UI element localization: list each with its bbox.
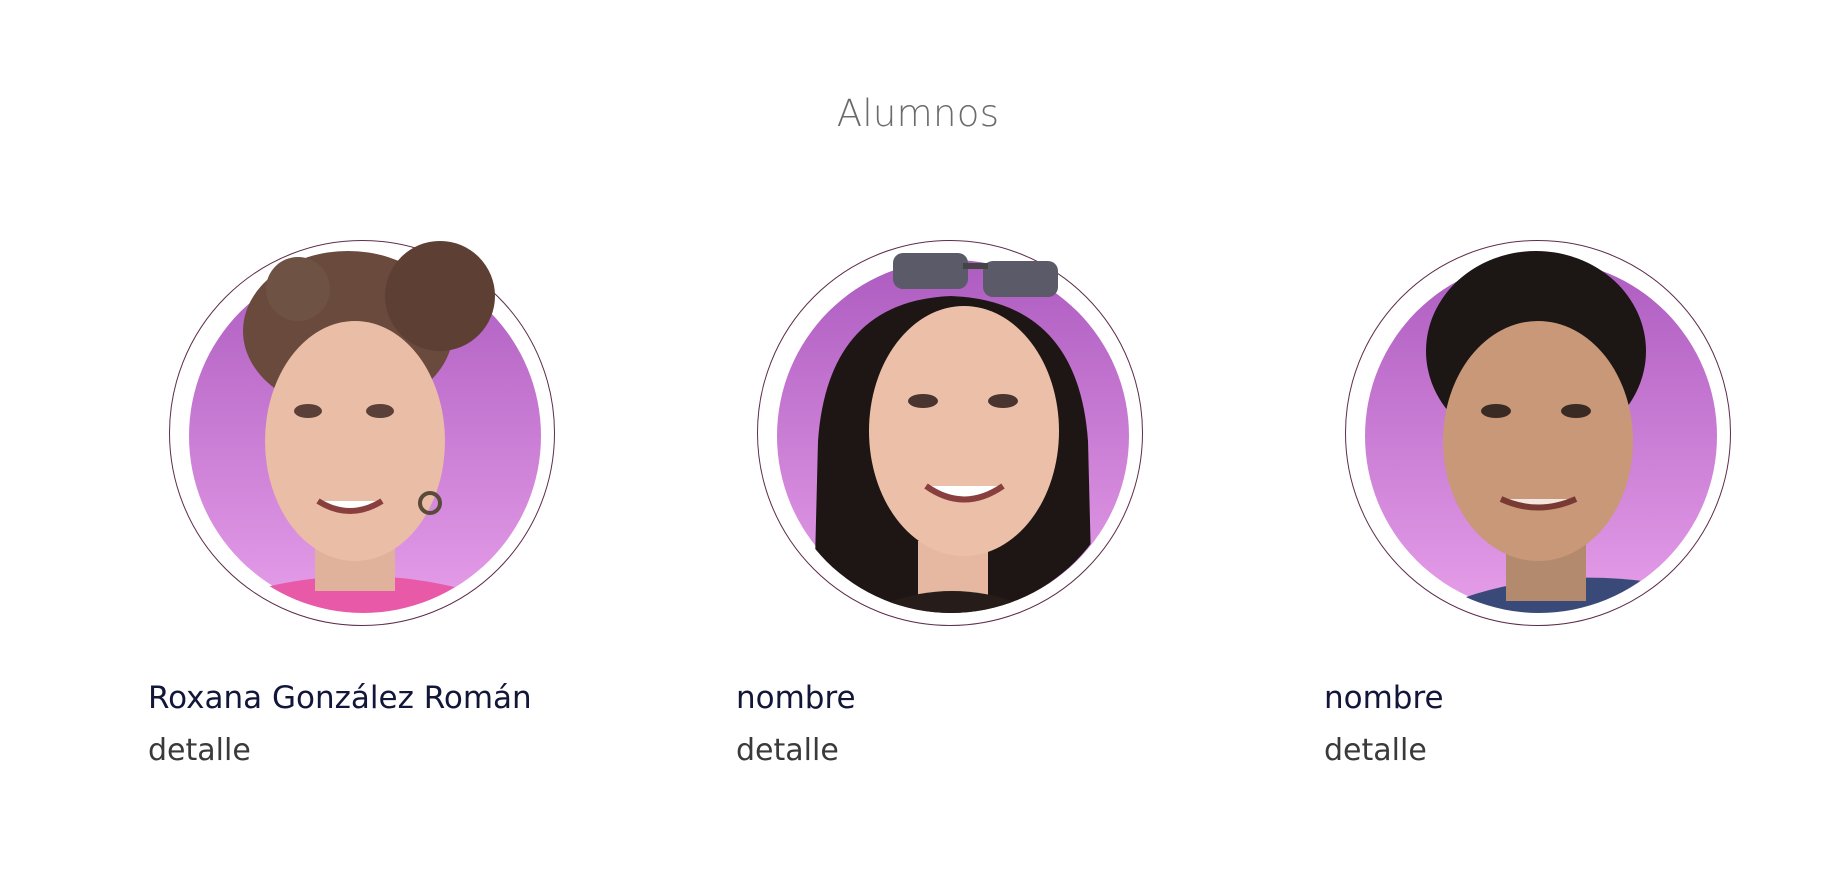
- student-photo-icon: [1365, 251, 1717, 613]
- avatar[interactable]: [757, 240, 1143, 626]
- student-detail: detalle: [1324, 733, 1427, 768]
- student-detail: detalle: [148, 733, 251, 768]
- student-name: Roxana González Román: [148, 680, 532, 716]
- student-name: nombre: [1324, 680, 1444, 716]
- student-photo-icon: [189, 241, 541, 613]
- student-card[interactable]: nombre detalle: [1324, 0, 1836, 878]
- student-card[interactable]: nombre detalle: [736, 0, 1256, 878]
- avatar[interactable]: [169, 240, 555, 626]
- student-detail: detalle: [736, 733, 839, 768]
- student-photo-icon: [777, 253, 1129, 613]
- avatar[interactable]: [1345, 240, 1731, 626]
- student-name: nombre: [736, 680, 856, 716]
- student-card[interactable]: Roxana González Román detalle: [148, 0, 668, 878]
- students-section: Alumnos Roxana González Román detalle no…: [0, 0, 1836, 878]
